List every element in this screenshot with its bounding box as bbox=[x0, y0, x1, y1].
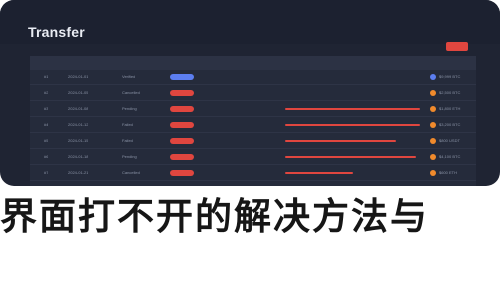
row-id: #2 bbox=[44, 90, 49, 95]
row-date: 2024-01-05 bbox=[68, 90, 89, 95]
row-amount: $2,500 BTC bbox=[439, 90, 461, 95]
row-name: Cancelled bbox=[122, 170, 140, 175]
table-row[interactable]: #4 2024-01-12 Failed $3,200 BTC bbox=[30, 118, 476, 133]
status-badge[interactable] bbox=[170, 138, 194, 144]
row-amount: $600 ETH bbox=[439, 170, 458, 175]
coin-icon bbox=[430, 90, 436, 96]
row-name: Cancelled bbox=[122, 90, 140, 95]
transfer-panel: Transfer #1 2024-01-01 Verified $9,999 BTC #… bbox=[0, 0, 500, 186]
row-id: #3 bbox=[44, 106, 49, 111]
row-id: #6 bbox=[44, 154, 49, 159]
status-badge[interactable] bbox=[170, 74, 194, 80]
status-badge[interactable] bbox=[170, 170, 194, 176]
row-id: #1 bbox=[44, 74, 49, 79]
table-row[interactable]: #3 2024-01-08 Pending $1,800 ETH bbox=[30, 102, 476, 117]
row-progress-bar bbox=[285, 140, 396, 142]
row-name: Pending bbox=[122, 154, 137, 159]
row-date: 2024-01-15 bbox=[68, 138, 89, 143]
row-progress-bar bbox=[285, 108, 420, 110]
row-id: #7 bbox=[44, 170, 49, 175]
row-progress-bar bbox=[285, 172, 353, 174]
row-progress-bar bbox=[285, 124, 420, 126]
row-amount: $9,999 BTC bbox=[439, 74, 461, 79]
row-amount: $4,100 BTC bbox=[439, 154, 461, 159]
row-date: 2024-01-01 bbox=[68, 74, 89, 79]
row-id: #4 bbox=[44, 122, 49, 127]
page-title: Transfer bbox=[28, 24, 85, 40]
row-amount: $800 USDT bbox=[439, 138, 460, 143]
status-badge[interactable] bbox=[170, 154, 194, 160]
transactions-table: #1 2024-01-01 Verified $9,999 BTC #2 2024-01-… bbox=[30, 56, 476, 186]
row-id: #5 bbox=[44, 138, 49, 143]
table-header bbox=[30, 56, 476, 70]
coin-icon bbox=[430, 74, 436, 80]
status-badge[interactable] bbox=[170, 90, 194, 96]
row-name: Verified bbox=[122, 74, 136, 79]
row-date: 2024-01-08 bbox=[68, 106, 89, 111]
status-badge[interactable] bbox=[170, 122, 194, 128]
row-name: Failed bbox=[122, 138, 133, 143]
coin-icon bbox=[430, 106, 436, 112]
status-badge[interactable] bbox=[170, 106, 194, 112]
headline: 界面打不开的解决方法与 bbox=[0, 194, 429, 238]
table-row[interactable]: #7 2024-01-21 Cancelled $600 ETH bbox=[30, 166, 476, 181]
row-date: 2024-01-21 bbox=[68, 170, 89, 175]
primary-action-button[interactable] bbox=[446, 42, 468, 51]
row-date: 2024-01-18 bbox=[68, 154, 89, 159]
row-name: Failed bbox=[122, 122, 133, 127]
table-row[interactable]: #6 2024-01-18 Pending $4,100 BTC bbox=[30, 150, 476, 165]
coin-icon bbox=[430, 122, 436, 128]
row-date: 2024-01-12 bbox=[68, 122, 89, 127]
coin-icon bbox=[430, 138, 436, 144]
row-amount: $1,800 ETH bbox=[439, 106, 461, 111]
row-progress-bar bbox=[285, 156, 416, 158]
table-row[interactable]: #1 2024-01-01 Verified $9,999 BTC bbox=[30, 70, 476, 85]
coin-icon bbox=[430, 170, 436, 176]
table-row[interactable]: #5 2024-01-15 Failed $800 USDT bbox=[30, 134, 476, 149]
row-amount: $3,200 BTC bbox=[439, 122, 461, 127]
coin-icon bbox=[430, 154, 436, 160]
row-name: Pending bbox=[122, 106, 137, 111]
table-row[interactable]: #2 2024-01-05 Cancelled $2,500 BTC bbox=[30, 86, 476, 101]
